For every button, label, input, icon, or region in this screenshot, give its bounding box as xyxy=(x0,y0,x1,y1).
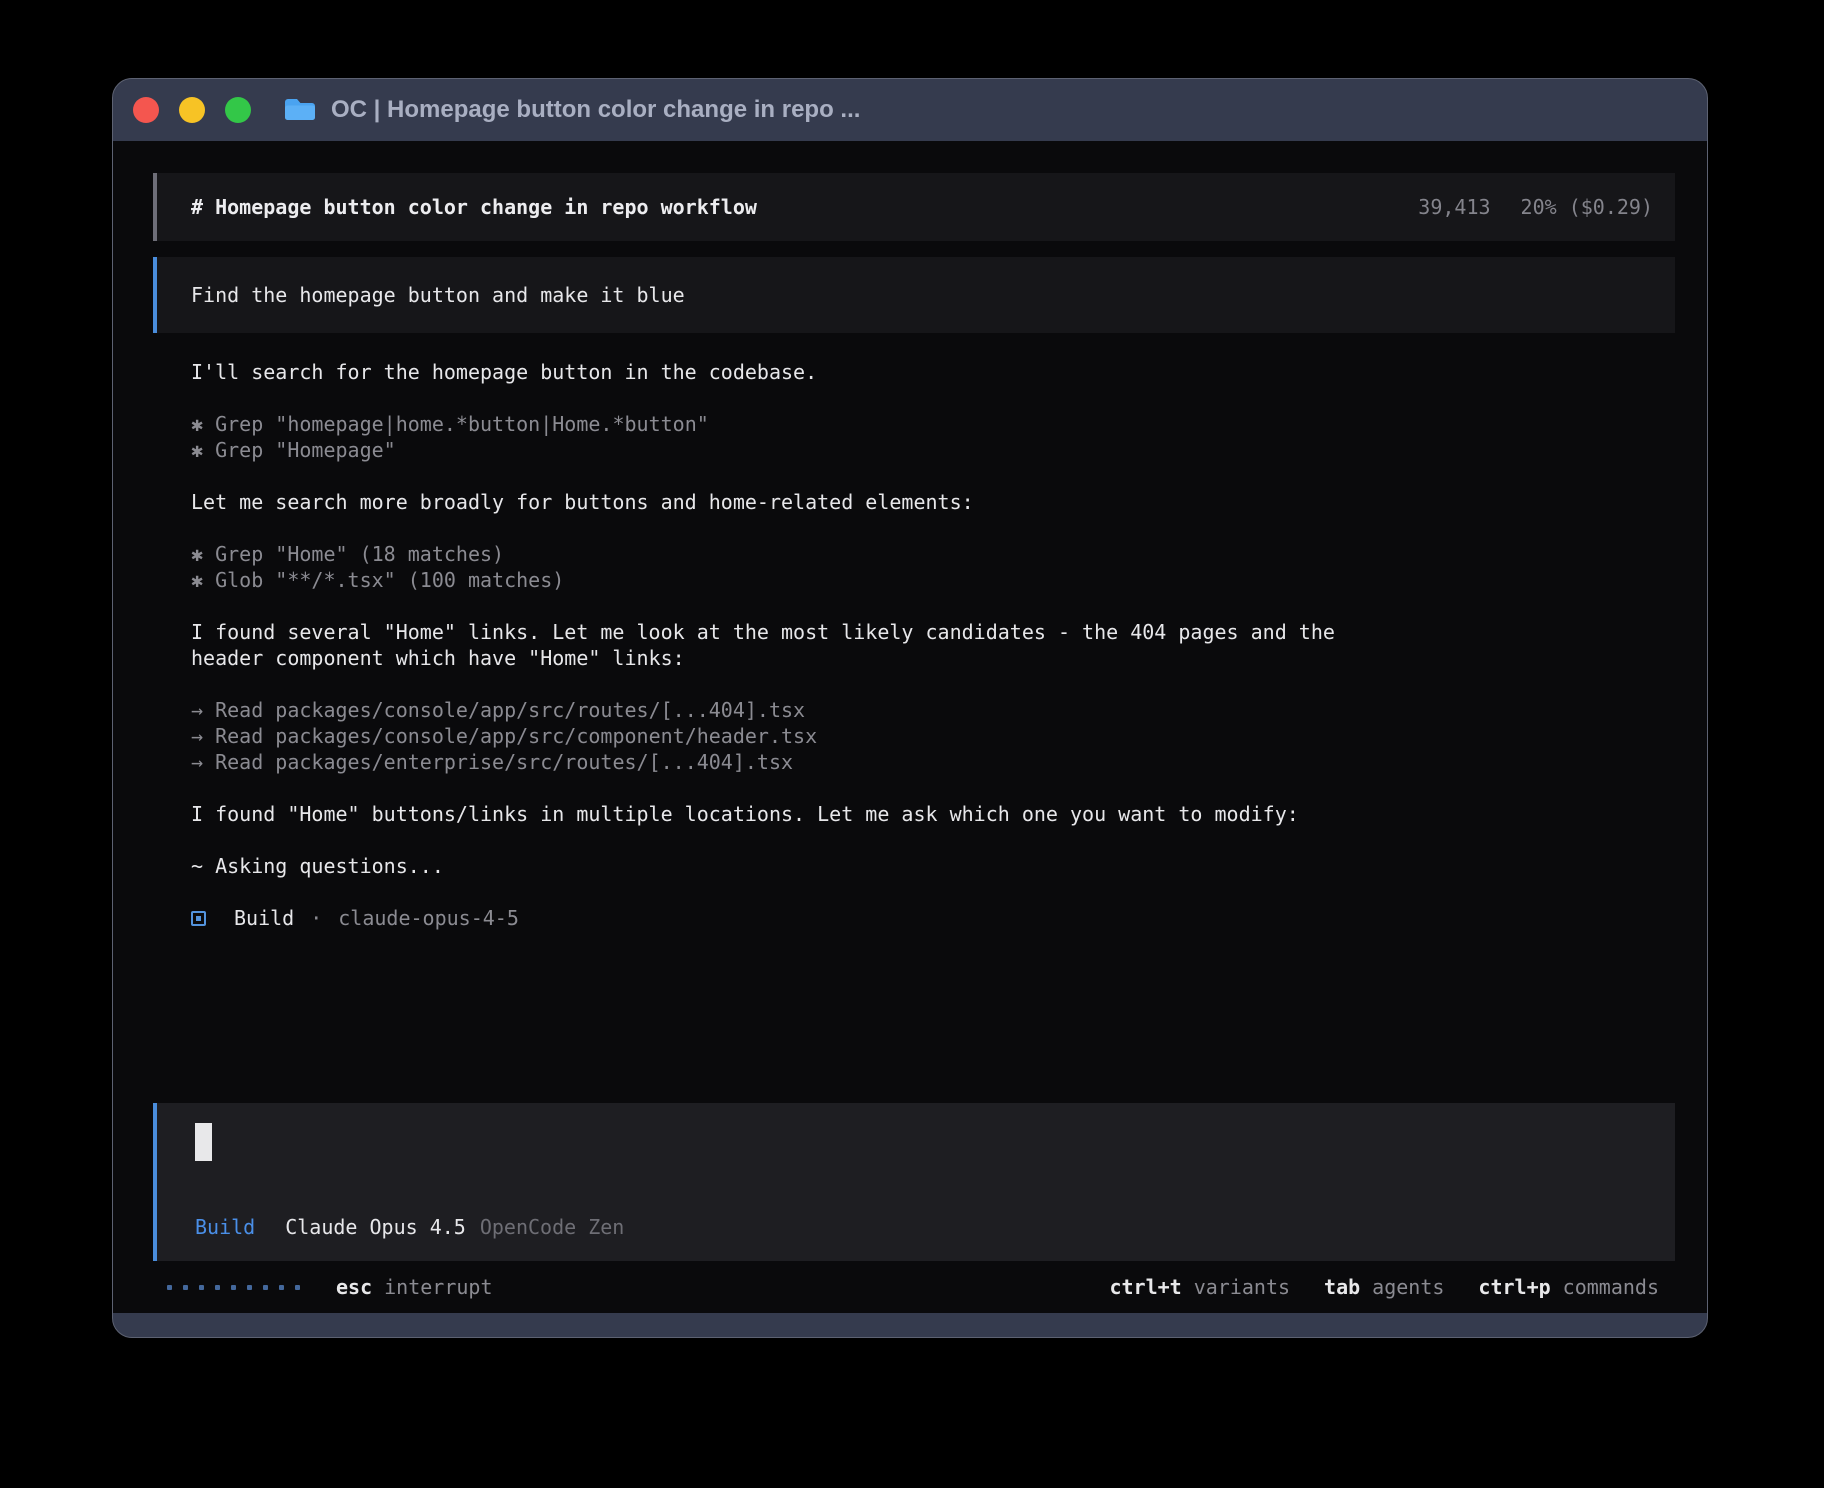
text-cursor xyxy=(195,1123,212,1161)
input-meta: Build Claude Opus 4.5 OpenCode Zen xyxy=(195,1215,1675,1239)
tool-call-text: Glob "**/*.tsx" (100 matches) xyxy=(203,568,564,592)
keybind-key: tab xyxy=(1324,1275,1360,1299)
tool-call-text: Grep "Home" (18 matches) xyxy=(203,542,504,566)
assistant-text: Let me search more broadly for buttons a… xyxy=(191,489,1391,515)
window-title: OC | Homepage button color change in rep… xyxy=(331,96,860,124)
asterisk-icon: ✱ xyxy=(191,542,203,566)
asterisk-icon: ✱ xyxy=(191,412,203,436)
minimize-button[interactable] xyxy=(179,97,205,123)
conversation: I'll search for the homepage button in t… xyxy=(153,359,1675,931)
tool-call: ✱ Grep "Homepage" xyxy=(191,437,1675,463)
keybind-hint-interrupt: esc interrupt xyxy=(336,1275,493,1299)
user-message: Find the homepage button and make it blu… xyxy=(153,257,1675,333)
tool-call: → Read packages/enterprise/src/routes/[.… xyxy=(191,749,1675,775)
tool-call: → Read packages/console/app/src/componen… xyxy=(191,723,1675,749)
arrow-icon: → xyxy=(191,724,203,748)
traffic-lights xyxy=(133,97,251,123)
user-message-text: Find the homepage button and make it blu… xyxy=(191,283,685,307)
tool-call: → Read packages/console/app/src/routes/[… xyxy=(191,697,1675,723)
session-stats: 39,413 20% ($0.29) xyxy=(1418,195,1653,219)
keybind-key: ctrl+p xyxy=(1478,1275,1550,1299)
tool-call-text: Grep "Homepage" xyxy=(203,438,396,462)
blank-line xyxy=(191,463,1675,489)
app-window: OC | Homepage button color change in rep… xyxy=(112,78,1708,1338)
tool-call: ✱ Grep "homepage|home.*button|Home.*butt… xyxy=(191,411,1675,437)
spinner-dot xyxy=(295,1285,300,1290)
terminal-area: # Homepage button color change in repo w… xyxy=(113,141,1707,1313)
spinner-dot xyxy=(183,1285,188,1290)
blank-line xyxy=(191,385,1675,411)
keybind-key: esc xyxy=(336,1275,372,1299)
assistant-text: ~ Asking questions... xyxy=(191,853,1391,879)
tool-call: ✱ Glob "**/*.tsx" (100 matches) xyxy=(191,567,1675,593)
agent-status-model: claude-opus-4-5 xyxy=(338,905,519,931)
keybind-label: commands xyxy=(1563,1275,1659,1299)
spinner-dot xyxy=(199,1285,204,1290)
asterisk-icon: ✱ xyxy=(191,568,203,592)
close-button[interactable] xyxy=(133,97,159,123)
tool-call: ✱ Grep "Home" (18 matches) xyxy=(191,541,1675,567)
spacer xyxy=(153,931,1675,1103)
tool-call-text: Read packages/console/app/src/component/… xyxy=(203,724,817,748)
tool-call-text: Read packages/console/app/src/routes/[..… xyxy=(203,698,805,722)
assistant-text: I'll search for the homepage button in t… xyxy=(191,359,1391,385)
arrow-icon: → xyxy=(191,750,203,774)
spinner-dots xyxy=(167,1285,300,1290)
model-label: Claude Opus 4.5 xyxy=(285,1215,466,1239)
provider-label: OpenCode Zen xyxy=(480,1215,625,1239)
blank-line xyxy=(191,515,1675,541)
spinner-dot xyxy=(279,1285,284,1290)
agent-status: Build · claude-opus-4-5 xyxy=(191,905,1675,931)
keybind-hint-commands: ctrl+p commands xyxy=(1478,1275,1659,1299)
keybind-key: ctrl+t xyxy=(1109,1275,1181,1299)
blank-line xyxy=(191,775,1675,801)
keybind-label: agents xyxy=(1372,1275,1444,1299)
keybind-label: variants xyxy=(1194,1275,1290,1299)
prompt-input[interactable]: Build Claude Opus 4.5 OpenCode Zen xyxy=(153,1103,1675,1261)
assistant-text: I found "Home" buttons/links in multiple… xyxy=(191,801,1391,827)
left-keybind-hints: esc interrupt xyxy=(336,1275,493,1299)
folder-icon xyxy=(283,97,317,123)
right-keybind-hints: ctrl+t variants tab agents ctrl+p commands xyxy=(1109,1275,1659,1299)
keybind-hint-variants: ctrl+t variants xyxy=(1109,1275,1290,1299)
session-header: # Homepage button color change in repo w… xyxy=(153,173,1675,241)
context-usage: 20% ($0.29) xyxy=(1521,195,1653,219)
blank-line xyxy=(191,671,1675,697)
keybind-hint-agents: tab agents xyxy=(1324,1275,1444,1299)
blank-line xyxy=(191,827,1675,853)
spinner-dot xyxy=(231,1285,236,1290)
assistant-text: I found several "Home" links. Let me loo… xyxy=(191,619,1391,671)
spinner-dot xyxy=(263,1285,268,1290)
agent-name-label: Build xyxy=(195,1215,255,1239)
blank-line xyxy=(191,593,1675,619)
spinner-dot xyxy=(215,1285,220,1290)
keybind-label: interrupt xyxy=(384,1275,492,1299)
titlebar: OC | Homepage button color change in rep… xyxy=(113,79,1707,141)
session-title: # Homepage button color change in repo w… xyxy=(191,195,757,219)
tool-call-text: Grep "homepage|home.*button|Home.*button… xyxy=(203,412,709,436)
token-count: 39,413 xyxy=(1418,195,1490,219)
agent-status-name: Build xyxy=(234,905,294,931)
asterisk-icon: ✱ xyxy=(191,438,203,462)
zoom-button[interactable] xyxy=(225,97,251,123)
agent-square-icon xyxy=(191,911,206,926)
status-bar: escinterrupt ctrl+tvariantstabagentsctrl… xyxy=(153,1261,1675,1313)
tool-call-text: Read packages/enterprise/src/routes/[...… xyxy=(203,750,793,774)
spinner-dot xyxy=(247,1285,252,1290)
blank-line xyxy=(191,879,1675,905)
separator-dot: · xyxy=(310,905,322,931)
arrow-icon: → xyxy=(191,698,203,722)
spinner-dot xyxy=(167,1285,172,1290)
